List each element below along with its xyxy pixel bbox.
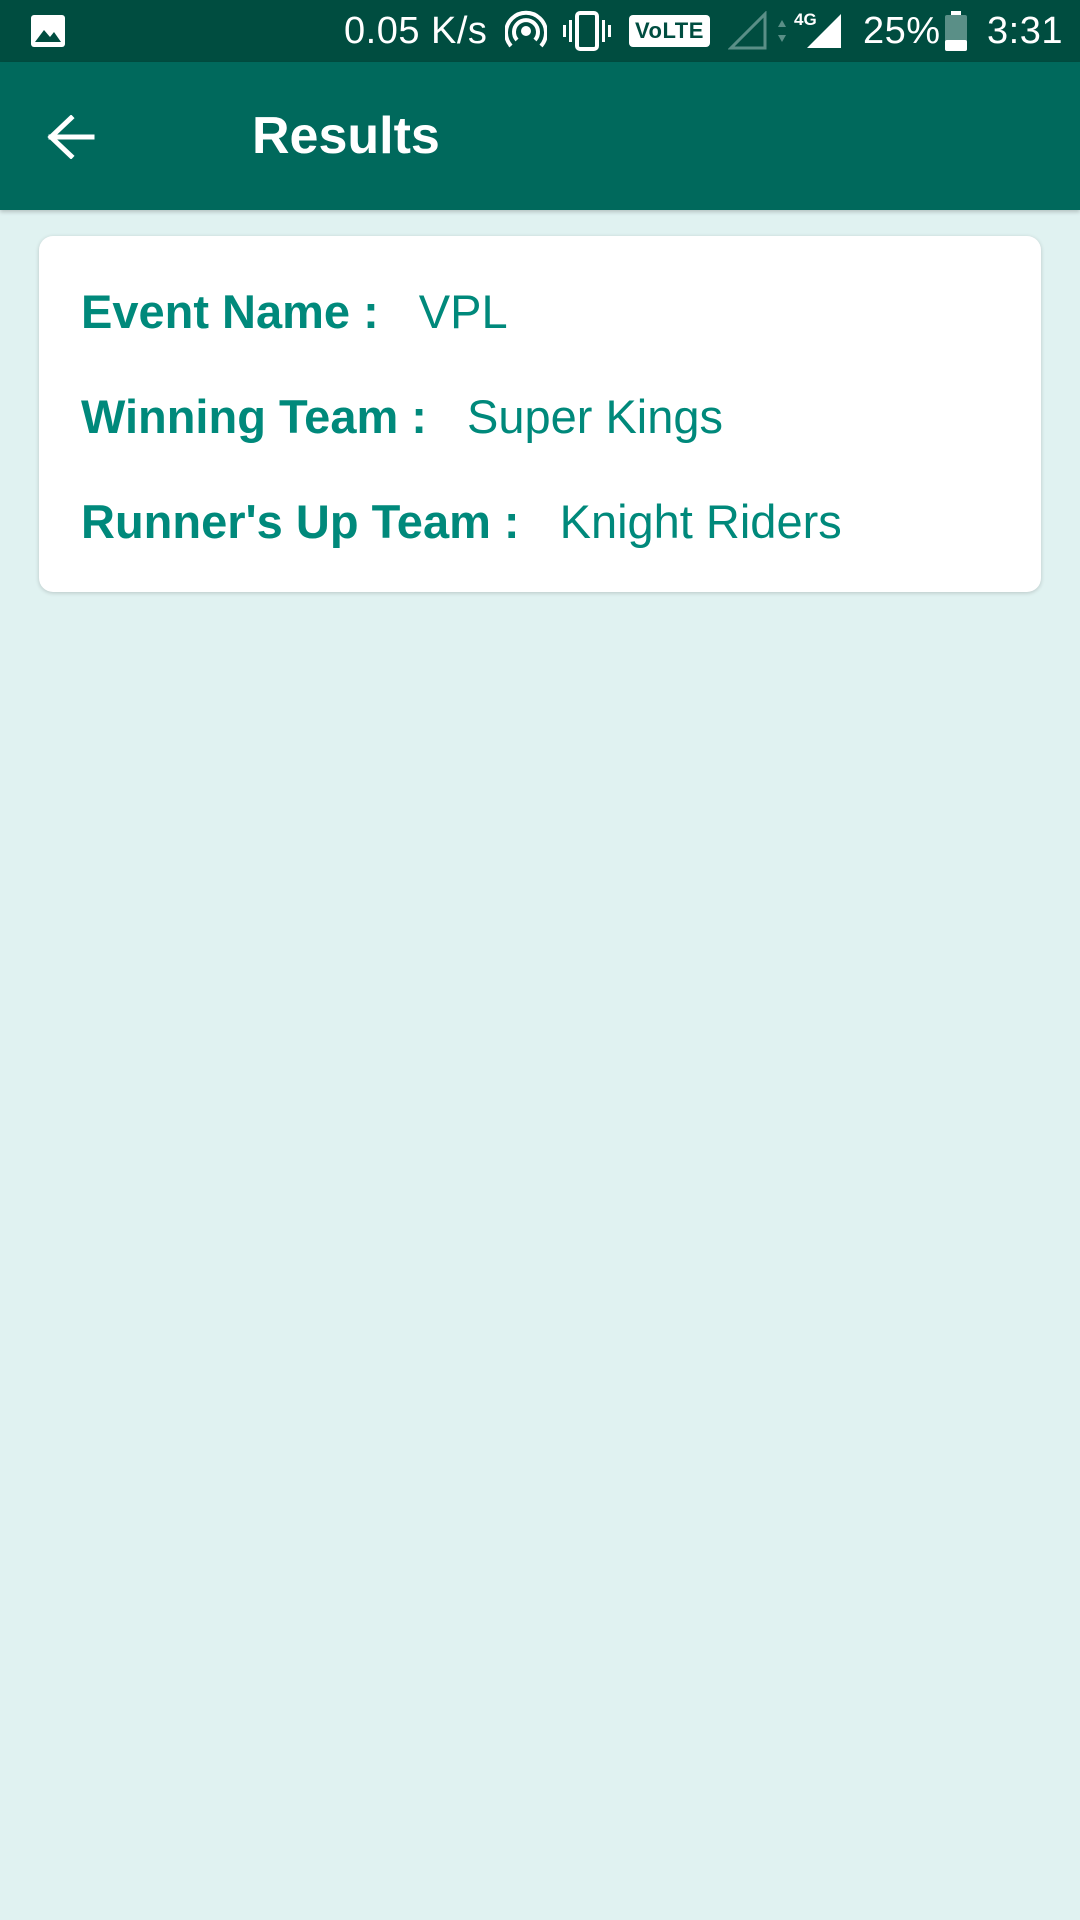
- back-button[interactable]: [36, 102, 106, 172]
- winning-team-row: Winning Team : Super Kings: [81, 381, 723, 451]
- vibrate-icon: [563, 0, 611, 62]
- event-name-label: Event Name :: [81, 284, 379, 338]
- app-bar: Results: [0, 62, 1080, 210]
- winning-team-value: Super Kings: [466, 389, 724, 443]
- status-bar: 0.05 K/s VoLTE 4G 25% 3:31: [0, 0, 1080, 62]
- result-card: Event Name : VPL Winning Team : Super Ki…: [39, 236, 1041, 592]
- event-name-value: VPL: [418, 284, 508, 338]
- page-title: Results: [252, 107, 440, 165]
- battery-text: 25%: [863, 9, 941, 52]
- winning-team-label: Winning Team :: [81, 389, 427, 443]
- battery-icon: [944, 0, 968, 62]
- data-arrows-icon: [776, 0, 788, 62]
- image-icon: [30, 0, 66, 62]
- volte-icon: VoLTE: [629, 0, 710, 62]
- runner-up-team-label: Runner's Up Team :: [81, 494, 520, 548]
- clock: 3:31: [987, 9, 1063, 52]
- runner-up-team-row: Runner's Up Team : Knight Riders: [81, 486, 842, 556]
- arrow-back-icon: [47, 115, 95, 159]
- hotspot-icon: [505, 0, 547, 62]
- signal-empty-icon: [728, 0, 768, 62]
- event-name-row: Event Name : VPL: [81, 276, 508, 346]
- runner-up-team-value: Knight Riders: [559, 494, 842, 548]
- net-speed: 0.05 K/s: [344, 9, 488, 52]
- signal-full-icon: [804, 0, 844, 62]
